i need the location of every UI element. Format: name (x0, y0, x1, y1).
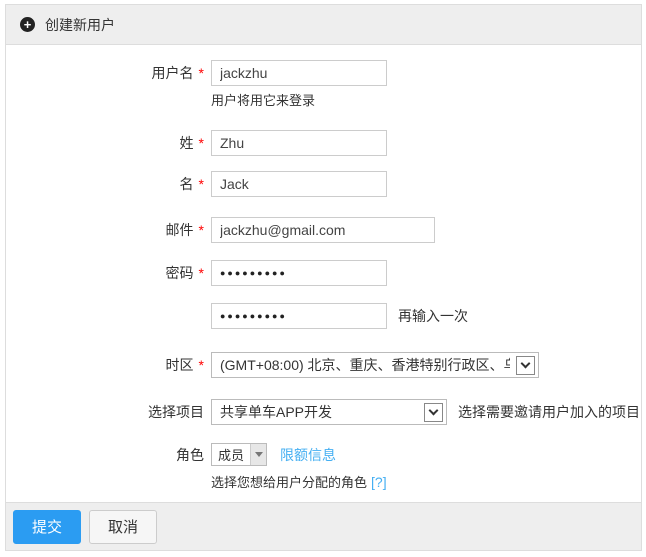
timezone-required-asterisk: * (199, 357, 204, 373)
role-dropdown-arrow-icon (250, 444, 266, 465)
password-confirmation-hint: 再输入一次 (398, 306, 468, 326)
username-input[interactable] (211, 60, 387, 86)
password-confirmation-row: 再输入一次 (6, 303, 641, 329)
email-required-asterisk: * (199, 222, 204, 238)
password-label: 密码 (166, 263, 194, 283)
lastname-required-asterisk: * (199, 135, 204, 151)
cancel-button[interactable]: 取消 (89, 510, 157, 544)
role-label-col: 角色 (6, 445, 204, 465)
page-title: 创建新用户 (45, 15, 115, 35)
email-input[interactable] (211, 217, 435, 243)
username-row: 用户名 * (6, 60, 641, 86)
firstname-required-asterisk: * (199, 176, 204, 192)
timezone-row: 时区 * (GMT+08:00) 北京、重庆、香港特别行政区、乌鲁木齐 (6, 352, 641, 378)
project-select[interactable]: 共享单车APP开发 (211, 399, 447, 425)
panel-footer: 提交 取消 (6, 502, 641, 550)
plus-circle-icon (20, 17, 35, 32)
lastname-input[interactable] (211, 130, 387, 156)
role-help-text: 选择您想给用户分配的角色 (211, 472, 367, 491)
email-row: 邮件 * (6, 217, 641, 243)
timezone-label: 时区 (166, 355, 194, 375)
role-help-question-link[interactable]: [?] (371, 474, 387, 490)
project-label-col: 选择项目 (6, 402, 204, 422)
firstname-input[interactable] (211, 171, 387, 197)
role-selected-option: 成员 (212, 444, 250, 465)
lastname-row: 姓 * (6, 130, 641, 156)
role-help-row: 选择您想给用户分配的角色 [?] (6, 472, 641, 491)
username-label: 用户名 (152, 63, 194, 83)
create-user-form: 用户名 * 用户将用它来登录 姓 * 名 (6, 45, 641, 502)
password-label-col: 密码 * (6, 263, 204, 283)
firstname-label: 名 (180, 174, 194, 194)
lastname-label: 姓 (180, 133, 194, 153)
username-label-col: 用户名 * (6, 63, 204, 83)
password-confirmation-input[interactable] (211, 303, 387, 329)
password-required-asterisk: * (199, 265, 204, 281)
role-label: 角色 (176, 445, 204, 465)
email-label-col: 邮件 * (6, 220, 204, 240)
timezone-select[interactable]: (GMT+08:00) 北京、重庆、香港特别行政区、乌鲁木齐 (211, 352, 539, 378)
username-help-text: 用户将用它来登录 (211, 90, 315, 109)
username-required-asterisk: * (199, 65, 204, 81)
quota-info-link[interactable]: 限额信息 (280, 445, 336, 465)
email-label: 邮件 (166, 220, 194, 240)
firstname-row: 名 * (6, 171, 641, 197)
submit-button[interactable]: 提交 (13, 510, 81, 544)
password-row: 密码 * (6, 260, 641, 286)
panel-header: 创建新用户 (6, 5, 641, 45)
username-help-row: 用户将用它来登录 (6, 90, 641, 109)
timezone-chevron-down-icon (516, 356, 535, 375)
timezone-selected-option: (GMT+08:00) 北京、重庆、香港特别行政区、乌鲁木齐 (220, 355, 510, 375)
timezone-label-col: 时区 * (6, 355, 204, 375)
role-select[interactable]: 成员 (211, 443, 267, 466)
role-row: 角色 成员 限额信息 (6, 443, 641, 466)
password-input[interactable] (211, 260, 387, 286)
project-hint: 选择需要邀请用户加入的项目 (458, 402, 640, 422)
lastname-label-col: 姓 * (6, 133, 204, 153)
project-chevron-down-icon (424, 403, 443, 422)
project-selected-option: 共享单车APP开发 (220, 402, 332, 422)
firstname-label-col: 名 * (6, 174, 204, 194)
project-label: 选择项目 (148, 402, 204, 422)
create-user-panel: 创建新用户 用户名 * 用户将用它来登录 姓 * (5, 4, 642, 551)
project-row: 选择项目 共享单车APP开发 选择需要邀请用户加入的项目 (6, 399, 641, 425)
